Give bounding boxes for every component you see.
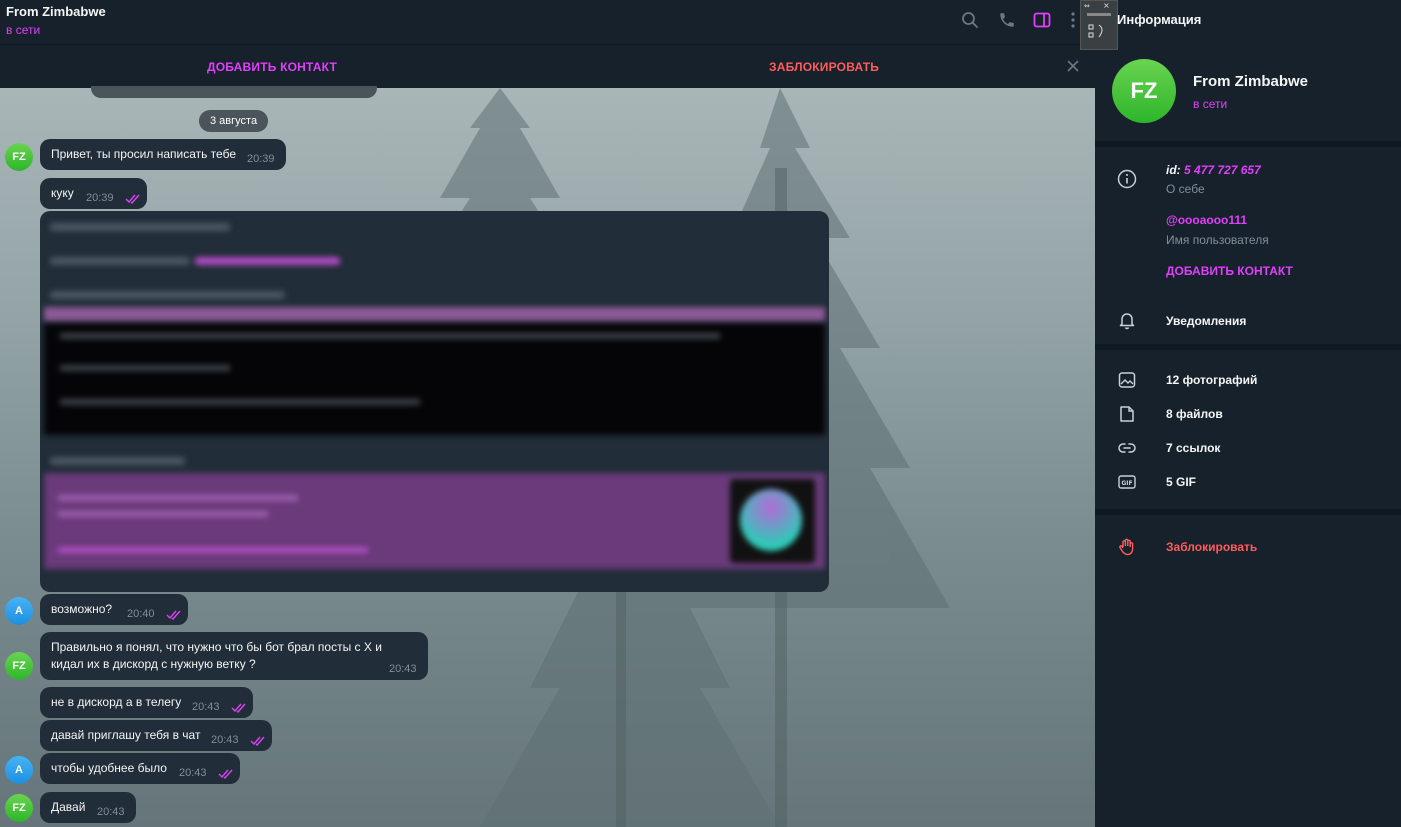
- read-ticks-icon: [125, 194, 140, 204]
- section-divider: [1095, 344, 1401, 350]
- message-text: чтобы удобнее было: [51, 761, 167, 775]
- message-time: 20:43: [179, 767, 207, 779]
- link-icon: [1117, 438, 1137, 458]
- previous-message-edge: [91, 86, 377, 98]
- avatar[interactable]: FZ: [5, 652, 33, 680]
- user-id-value: 5 477 727 657: [1184, 163, 1261, 177]
- user-id[interactable]: id: 5 477 727 657: [1166, 163, 1261, 177]
- gif-icon: GIF: [1117, 472, 1137, 492]
- info-icon: [1117, 169, 1137, 189]
- message-time: 20:43: [211, 734, 239, 746]
- notifications-toggle[interactable]: Уведомления: [1166, 314, 1246, 328]
- chat-status: в сети: [6, 23, 41, 37]
- message-text: давай приглашу тебя в чат: [51, 728, 201, 742]
- media-gifs[interactable]: 5 GIF: [1166, 475, 1196, 489]
- media-links[interactable]: 7 ссылок: [1166, 441, 1220, 455]
- message-bubble[interactable]: Правильно я понял, что нужно что бы бот …: [40, 632, 428, 680]
- info-panel: ⇔ × Информация FZ From Zimbabwe в сети i…: [1080, 0, 1401, 827]
- chat-header: From Zimbabwe в сети: [0, 0, 1095, 44]
- blurred-forwarded-post[interactable]: [40, 211, 829, 592]
- bell-icon: [1117, 310, 1137, 330]
- block-hand-icon: [1117, 537, 1137, 557]
- message-text: Привет, ты просил написать тебе: [51, 147, 236, 161]
- message-bubble[interactable]: Привет, ты просил написать тебе 20:39: [40, 139, 286, 170]
- photo-icon: [1117, 370, 1137, 390]
- overlay-window-widget[interactable]: ⇔ ×: [1080, 0, 1118, 50]
- date-divider: 3 августа: [199, 110, 269, 132]
- user-id-prefix: id:: [1166, 163, 1181, 177]
- block-button[interactable]: ЗАБЛОКИРОВАТЬ: [769, 60, 879, 74]
- avatar[interactable]: A: [5, 597, 33, 625]
- bio-label: О себе: [1166, 182, 1205, 196]
- message-bubble[interactable]: куку 20:39: [40, 178, 147, 209]
- chat-title[interactable]: From Zimbabwe: [6, 4, 106, 19]
- avatar[interactable]: FZ: [5, 794, 33, 822]
- file-icon: [1117, 404, 1137, 424]
- profile-name: From Zimbabwe: [1193, 73, 1309, 90]
- phone-icon[interactable]: [996, 9, 1018, 31]
- message-text: не в дискорд а в телегу: [51, 695, 182, 709]
- message-time: 20:39: [247, 153, 275, 165]
- contact-action-bar: ДОБАВИТЬ КОНТАКТ ЗАБЛОКИРОВАТЬ: [0, 44, 1095, 88]
- info-block-button[interactable]: Заблокировать: [1166, 540, 1257, 554]
- sidebar-toggle-icon[interactable]: [1031, 9, 1053, 31]
- message-time: 20:43: [97, 806, 125, 818]
- read-ticks-icon: [218, 769, 233, 779]
- blurred-content: [40, 211, 829, 592]
- section-divider: [1095, 509, 1401, 515]
- read-ticks-icon: [166, 610, 181, 620]
- message-text: Давай: [51, 800, 86, 814]
- avatar[interactable]: A: [5, 756, 33, 784]
- svg-text:×: ×: [1103, 1, 1110, 10]
- message-time: 20:40: [127, 608, 155, 620]
- section-divider: [1095, 141, 1401, 147]
- read-ticks-icon: [250, 736, 265, 746]
- svg-text:GIF: GIF: [1121, 480, 1132, 487]
- info-panel-title: Информация: [1117, 12, 1202, 27]
- username-label: Имя пользователя: [1166, 233, 1269, 247]
- media-photos[interactable]: 12 фотографий: [1166, 373, 1257, 387]
- message-bubble[interactable]: чтобы удобнее было 20:43: [40, 753, 240, 784]
- profile-avatar[interactable]: FZ: [1112, 59, 1176, 123]
- search-icon[interactable]: [959, 9, 981, 31]
- message-bubble[interactable]: давай приглашу тебя в чат 20:43: [40, 720, 272, 751]
- username-link[interactable]: @oooaooo111: [1166, 213, 1247, 227]
- message-bubble[interactable]: возможно? 20:40: [40, 594, 188, 625]
- message-text: Правильно я понял, что нужно что бы бот …: [51, 640, 382, 671]
- message-text: куку: [51, 186, 74, 200]
- add-contact-button[interactable]: ДОБАВИТЬ КОНТАКТ: [207, 60, 337, 74]
- close-icon[interactable]: [1064, 57, 1082, 75]
- message-time: 20:43: [389, 663, 417, 675]
- profile-status: в сети: [1193, 97, 1228, 111]
- message-text: возможно?: [51, 602, 113, 616]
- read-ticks-icon: [231, 703, 246, 713]
- info-add-contact-button[interactable]: ДОБАВИТЬ КОНТАКТ: [1166, 264, 1293, 278]
- message-time: 20:43: [192, 701, 220, 713]
- message-time: 20:39: [86, 192, 114, 204]
- svg-text:⇔: ⇔: [1084, 2, 1090, 10]
- avatar[interactable]: FZ: [5, 143, 33, 171]
- message-bubble[interactable]: Давай 20:43: [40, 792, 136, 823]
- media-files[interactable]: 8 файлов: [1166, 407, 1223, 421]
- message-bubble[interactable]: не в дискорд а в телегу 20:43: [40, 687, 253, 718]
